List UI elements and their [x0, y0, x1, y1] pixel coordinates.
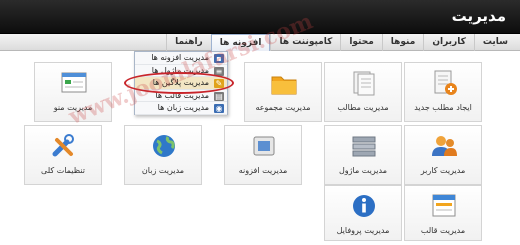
template-manager-icon	[432, 194, 456, 217]
tile-user-manager[interactable]: مدیریت کاربر	[404, 125, 482, 185]
global-config-icon	[52, 134, 74, 157]
dropdown-item-label: مدیریت زبان ها	[157, 103, 209, 112]
main-menu-bar: سایت کاربران منوها محتوا کامپوننت ها افز…	[0, 34, 520, 51]
tile-label: مدیریت زبان	[141, 166, 185, 175]
tile-article-manager[interactable]: مدیریت مطالب	[324, 62, 402, 122]
admin-header: مدیریت	[0, 0, 520, 34]
tile-label: مدیریت مجموعه	[255, 103, 311, 112]
menu-extensions[interactable]: افزونه ها	[210, 34, 271, 51]
user-manager-icon	[432, 136, 457, 156]
tile-label: مدیریت مطالب	[337, 103, 389, 112]
tile-global-config[interactable]: تنظیمات کلی	[24, 125, 102, 185]
profile-icon	[353, 195, 375, 217]
tile-label: تنظیمات کلی	[41, 166, 85, 175]
tile-menu-manager[interactable]: مدیریت منو	[34, 62, 112, 122]
module-manager-icon	[352, 136, 376, 157]
tile-label: مدیریت قالب	[420, 226, 466, 235]
dropdown-item-extension-manager[interactable]: ▪ مدیریت افزونه ها	[135, 52, 227, 65]
page-title: مدیریت	[451, 7, 506, 25]
tile-label: ایجاد مطلب جدید	[414, 103, 472, 112]
menu-components[interactable]: کامپوننت ها	[270, 34, 340, 51]
tile-label: مدیریت کاربر	[420, 166, 466, 175]
menu-manager-icon	[61, 72, 87, 93]
language-manager-icon	[153, 135, 175, 157]
article-manager-icon	[353, 71, 375, 96]
tile-label: مدیریت منو	[53, 103, 93, 112]
folder-icon	[271, 76, 297, 95]
admin-screen: مدیریت سایت کاربران منوها محتوا کامپوننت…	[0, 0, 520, 245]
tile-module-manager[interactable]: مدیریت ماژول	[324, 125, 402, 185]
menu-menus[interactable]: منوها	[381, 34, 424, 51]
tile-language-manager[interactable]: مدیریت زبان	[124, 125, 202, 185]
dropdown-item-language-manager[interactable]: ◉ مدیریت زبان ها	[135, 102, 227, 115]
tile-label: مدیریت پروفایل	[336, 226, 390, 235]
extension-manager-icon	[253, 136, 275, 156]
menu-content[interactable]: محتوا	[340, 34, 381, 51]
tile-extension-manager[interactable]: مدیریت افزونه	[224, 125, 302, 185]
tile-profile[interactable]: مدیریت پروفایل	[324, 185, 402, 241]
plug-icon: ▪	[214, 54, 224, 63]
new-article-icon	[434, 70, 457, 95]
language-icon: ◉	[214, 104, 224, 113]
tile-label: مدیریت افزونه	[238, 166, 288, 175]
tile-new-article[interactable]: ایجاد مطلب جدید	[404, 62, 482, 122]
menu-site[interactable]: سایت	[473, 34, 516, 51]
highlight-ring	[124, 72, 234, 94]
dropdown-item-label: مدیریت افزونه ها	[151, 53, 209, 62]
tile-label: مدیریت ماژول	[338, 166, 387, 175]
tile-category-manager[interactable]: مدیریت مجموعه	[244, 62, 322, 122]
menu-help[interactable]: راهنما	[166, 34, 211, 51]
menu-users[interactable]: کاربران	[423, 34, 474, 51]
template-icon: ▤	[214, 91, 224, 101]
tile-template-manager[interactable]: مدیریت قالب	[404, 185, 482, 241]
